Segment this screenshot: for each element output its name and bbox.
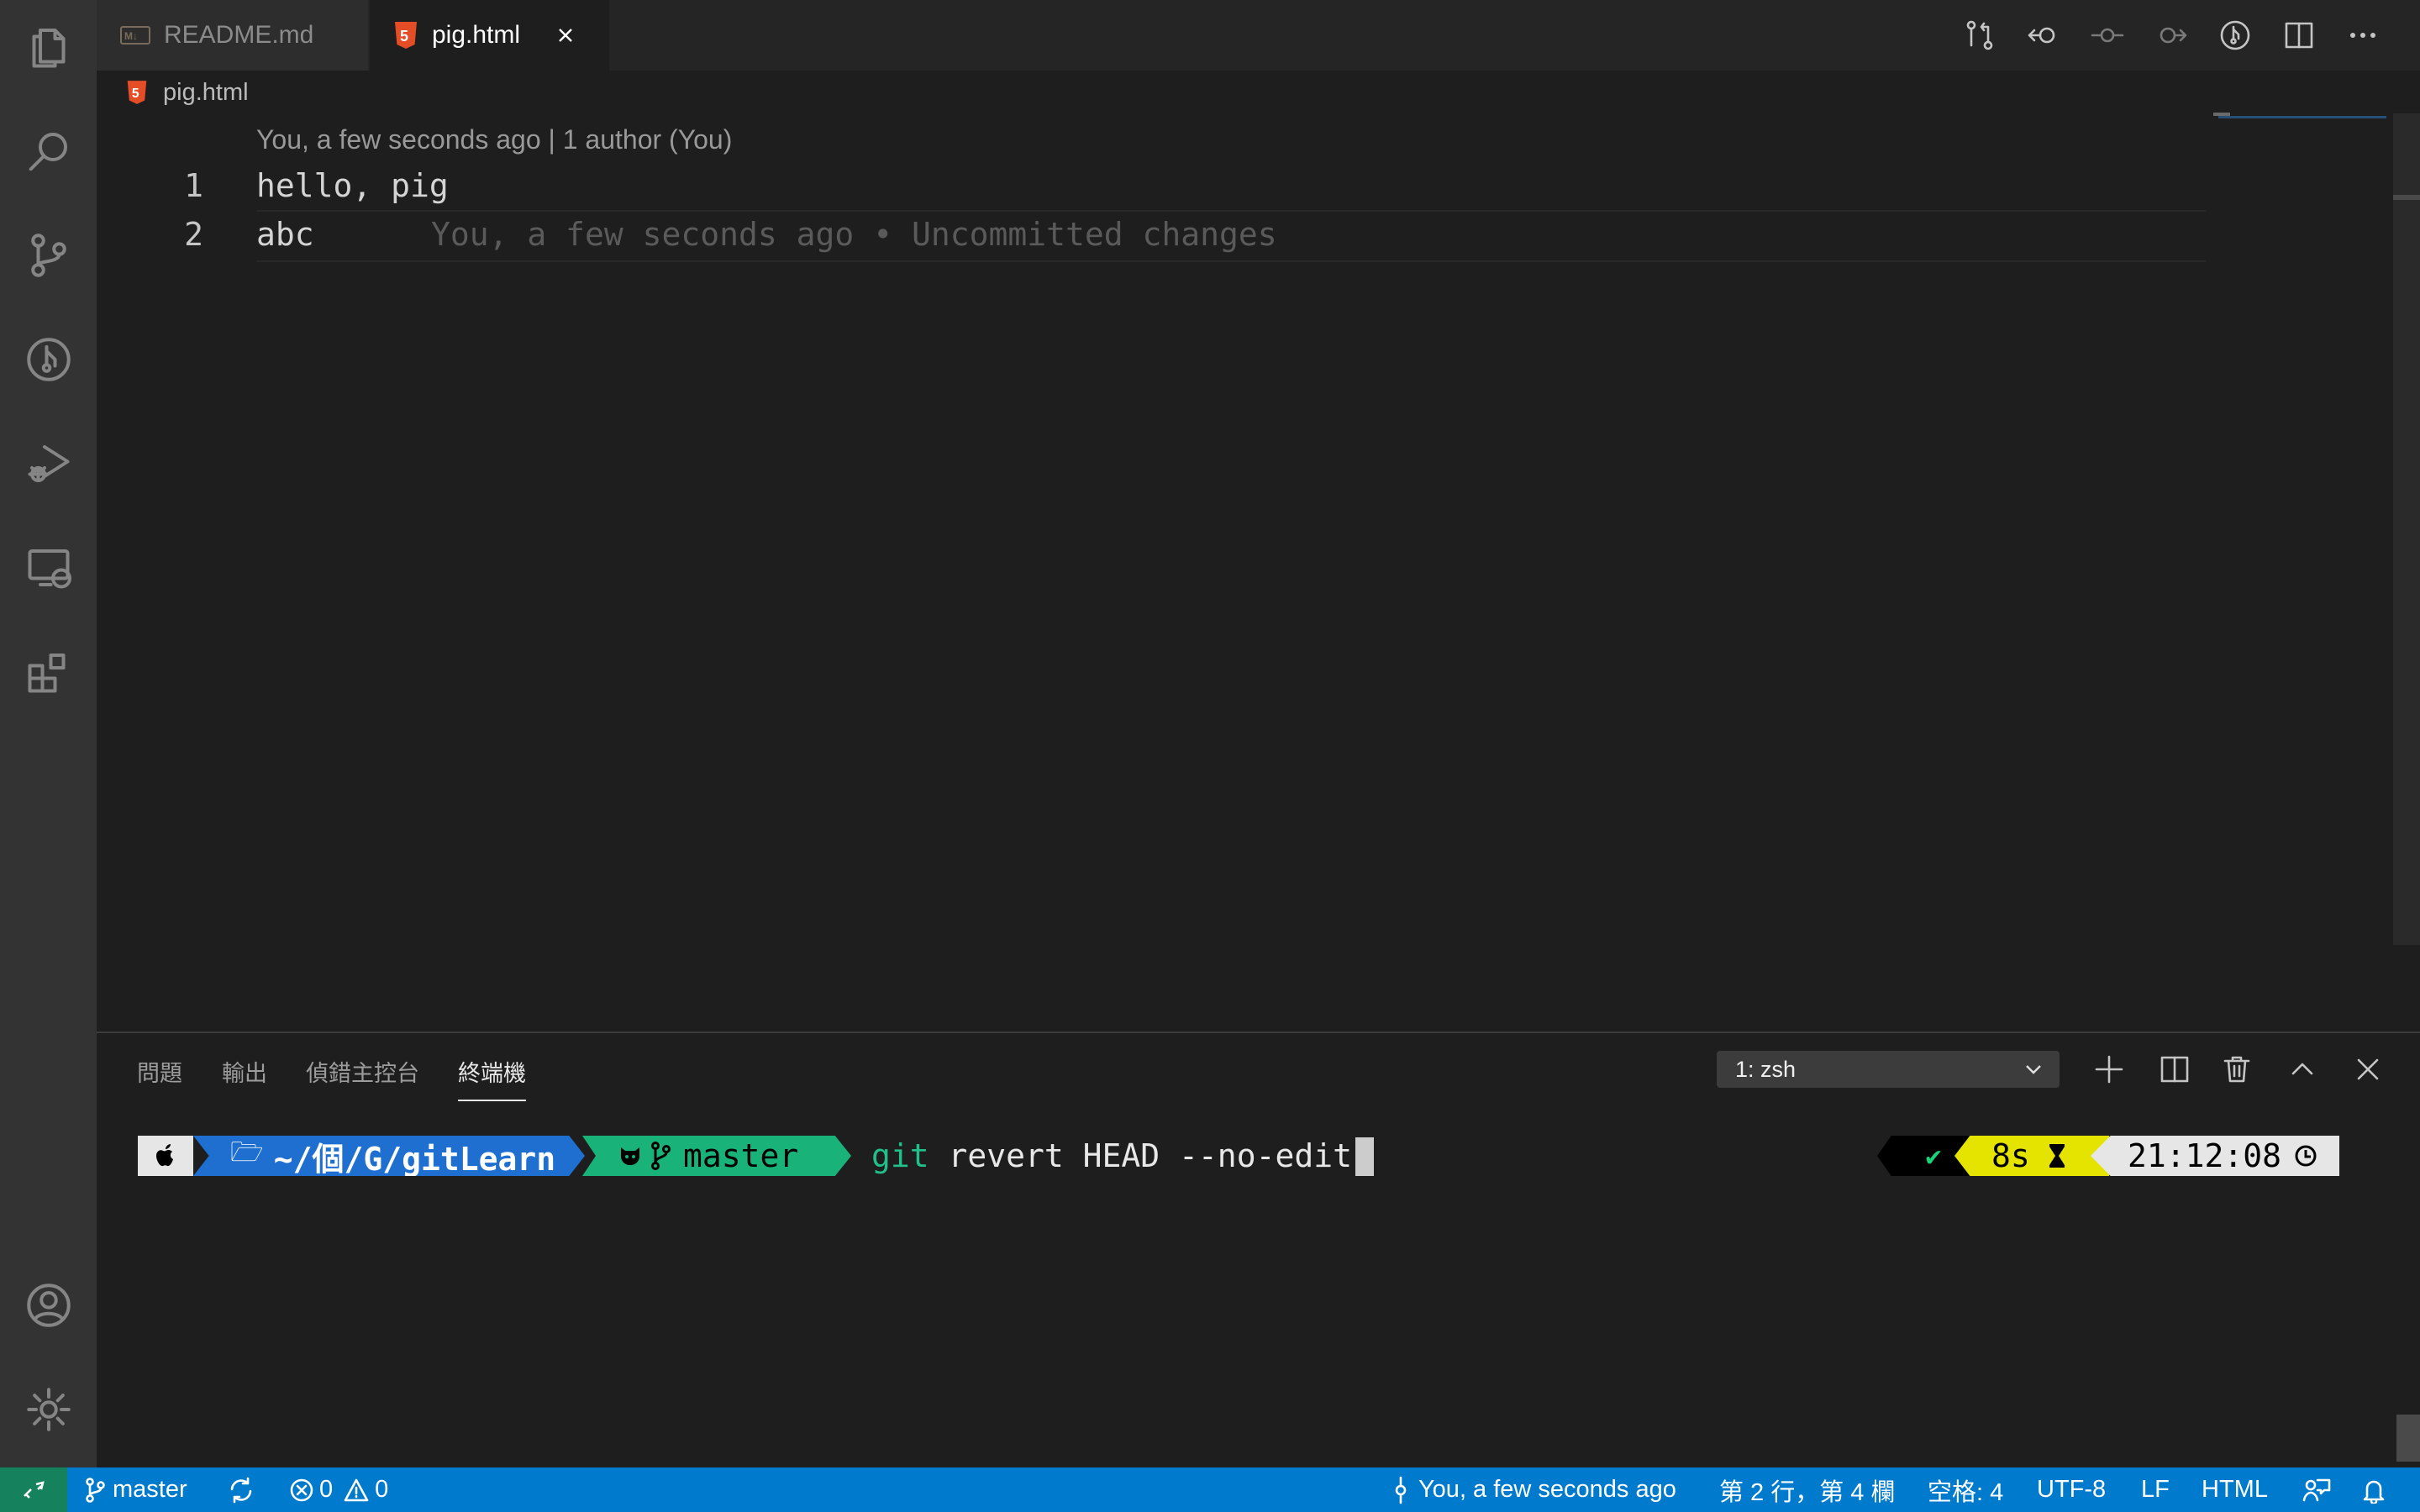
end-of-line[interactable]: LF xyxy=(2141,1467,2170,1512)
terminal-command[interactable]: git revert HEAD --no-edit xyxy=(871,1136,1352,1176)
settings-gear-icon[interactable] xyxy=(18,1379,79,1440)
remote-explorer-icon[interactable] xyxy=(18,538,79,598)
previous-revision-icon[interactable] xyxy=(2012,18,2075,52)
branch-icon xyxy=(86,1477,105,1503)
terminal-select-value: 1: zsh xyxy=(1735,1056,1797,1082)
svg-text:5: 5 xyxy=(132,87,139,101)
prompt-duration: 8s xyxy=(1991,1137,2030,1174)
sync-icon[interactable] xyxy=(227,1467,255,1512)
explorer-icon[interactable] xyxy=(18,17,79,77)
prompt-time-segment: 21:12:08 xyxy=(2091,1136,2339,1176)
html5-icon: 5 xyxy=(126,80,148,105)
svg-text:M↓: M↓ xyxy=(124,30,138,42)
chevron-up-icon[interactable] xyxy=(2286,1053,2319,1090)
indentation[interactable]: 空格: 4 xyxy=(1928,1467,2003,1512)
branch-name: master xyxy=(113,1476,187,1503)
terminal-select[interactable]: 1: zsh xyxy=(1717,1051,2060,1088)
accounts-icon[interactable] xyxy=(18,1275,79,1336)
feedback-icon[interactable] xyxy=(2302,1467,2331,1512)
statusbar-branch[interactable]: master xyxy=(84,1467,187,1512)
prompt-time: 21:12:08 xyxy=(2128,1137,2282,1174)
warning-icon xyxy=(344,1478,369,1501)
breadcrumb[interactable]: 5 pig.html xyxy=(126,74,249,111)
panel xyxy=(97,1032,2420,1469)
clock-icon xyxy=(2293,1143,2318,1168)
more-actions-icon[interactable] xyxy=(2331,18,2395,52)
hourglass-icon xyxy=(2047,1142,2067,1169)
line-text: abc xyxy=(256,216,314,253)
tab-debug-console[interactable]: 偵錯主控台 xyxy=(306,1055,419,1088)
codelens-authors[interactable]: You, a few seconds ago | 1 author (You) xyxy=(256,124,732,155)
status-check: ✔ xyxy=(1925,1140,1942,1172)
prompt-duration-segment: 8s xyxy=(1954,1136,2109,1176)
tab-problems[interactable]: 問題 xyxy=(137,1055,182,1088)
line-number: 1 xyxy=(184,167,203,204)
gitlens-toggle-icon[interactable] xyxy=(2203,18,2267,52)
extensions-icon[interactable] xyxy=(18,642,79,702)
problems-indicator[interactable]: 0 0 xyxy=(289,1467,388,1512)
tab-output[interactable]: 輸出 xyxy=(222,1055,267,1088)
editor-scrollbar[interactable] xyxy=(2393,113,2420,945)
trash-icon[interactable] xyxy=(2220,1053,2254,1090)
prompt-git-segment: master xyxy=(582,1136,851,1176)
command-git: git xyxy=(871,1137,929,1174)
split-editor-icon[interactable] xyxy=(2267,18,2331,52)
tab-readme[interactable]: M↓ README.md xyxy=(97,0,368,71)
line-number: 2 xyxy=(184,216,203,253)
remote-indicator[interactable] xyxy=(0,1467,67,1512)
remote-icon xyxy=(24,1480,45,1499)
command-args: revert HEAD --no-edit xyxy=(929,1137,1352,1174)
close-panel-icon[interactable] xyxy=(2351,1053,2385,1090)
run-debug-icon[interactable] xyxy=(18,433,79,494)
error-count: 0 xyxy=(319,1476,334,1503)
tab-label: README.md xyxy=(164,21,314,49)
new-terminal-icon[interactable] xyxy=(2092,1053,2126,1090)
tab-terminal[interactable]: 終端機 xyxy=(458,1055,526,1101)
breadcrumb-file[interactable]: pig.html xyxy=(163,79,249,107)
scrollbar-thumb[interactable] xyxy=(2393,195,2420,200)
code-line[interactable]: 1 hello, pig xyxy=(0,161,2210,210)
chevron-down-icon xyxy=(2023,1058,2044,1080)
open-changes-icon[interactable] xyxy=(1948,18,2012,52)
prompt-path-segment: 🗁 ~/個/G/gitLearn xyxy=(193,1136,585,1176)
notifications-bell-icon[interactable] xyxy=(2361,1467,2386,1512)
language-mode[interactable]: HTML xyxy=(2202,1467,2268,1512)
prompt-branch: master xyxy=(683,1137,799,1174)
gitlens-icon[interactable] xyxy=(18,329,79,390)
code-line[interactable]: 2 abc You, a few seconds ago • Uncommitt… xyxy=(0,210,2210,259)
overview-ruler-cursor xyxy=(2218,116,2386,118)
prompt-path: ~/個/G/gitLearn xyxy=(273,1140,556,1178)
folder-icon: 🗁 xyxy=(230,1136,264,1168)
html5-icon: 5 xyxy=(393,21,418,50)
split-terminal-icon[interactable] xyxy=(2158,1053,2191,1090)
branch-icon xyxy=(650,1141,671,1171)
tab-pig-html[interactable]: 5 pig.html xyxy=(370,0,609,71)
blame-text: You, a few seconds ago xyxy=(1418,1476,1676,1503)
terminal-scrollbar-thumb[interactable] xyxy=(2396,1415,2420,1462)
github-cat-icon xyxy=(618,1144,643,1168)
line-text: hello, pig xyxy=(256,167,449,204)
editor-actions xyxy=(1948,0,2395,71)
tab-label: pig.html xyxy=(432,21,521,49)
commit-icon xyxy=(1395,1476,1407,1504)
svg-text:5: 5 xyxy=(400,28,408,45)
statusbar-blame[interactable]: You, a few seconds ago xyxy=(1392,1467,1676,1512)
markdown-icon: M↓ xyxy=(120,25,150,45)
commit-icon[interactable] xyxy=(2075,18,2139,52)
close-icon[interactable] xyxy=(555,25,576,45)
error-icon xyxy=(290,1478,313,1501)
apple-icon xyxy=(138,1136,193,1176)
inline-blame: You, a few seconds ago • Uncommitted cha… xyxy=(431,216,1277,253)
cursor-position[interactable]: 第 2 行，第 4 欄 xyxy=(1719,1467,1896,1512)
terminal-cursor xyxy=(1355,1137,1374,1176)
warning-count: 0 xyxy=(375,1476,389,1503)
next-revision-icon[interactable] xyxy=(2139,18,2203,52)
encoding[interactable]: UTF-8 xyxy=(2037,1467,2106,1512)
